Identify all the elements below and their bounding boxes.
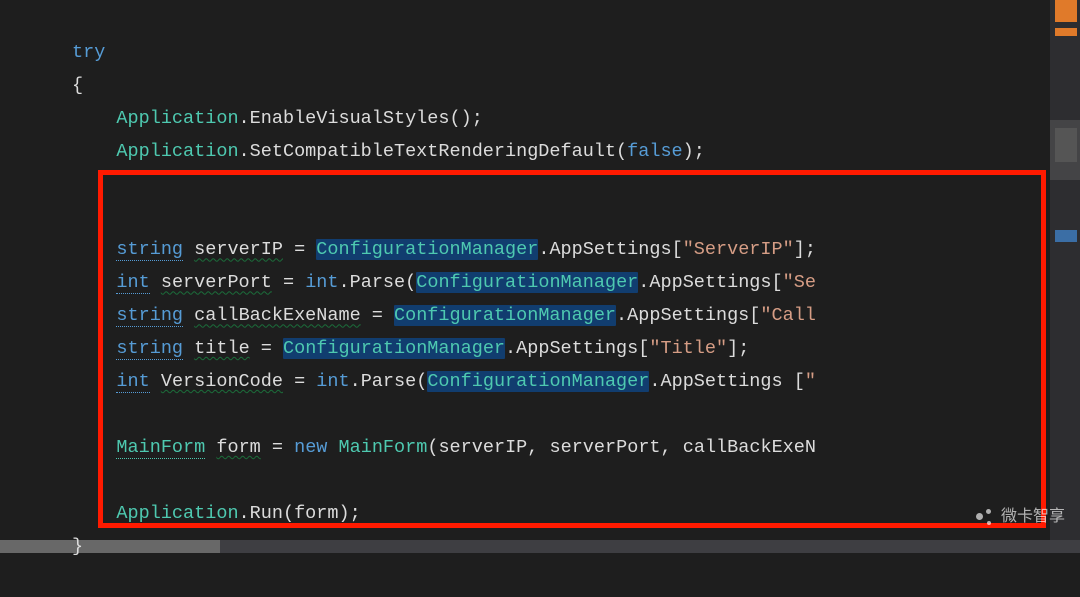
brace-close: } xyxy=(72,536,83,557)
highlight-configmanager: ConfigurationManager xyxy=(316,239,538,260)
method-setcompat: SetCompatibleTextRenderingDefault xyxy=(250,141,616,162)
method-run: Run xyxy=(250,503,283,524)
minimap-marker xyxy=(1055,230,1077,242)
var-versioncode: VersionCode xyxy=(161,371,283,392)
var-serverip: serverIP xyxy=(194,239,283,260)
keyword-string: string xyxy=(116,239,183,261)
string-title: "Title" xyxy=(649,338,727,359)
keyword-new: new xyxy=(294,437,327,458)
code-editor[interactable]: try { Application.EnableVisualStyles(); … xyxy=(0,0,1050,540)
minimap-marker xyxy=(1055,0,1077,22)
watermark-text: 微卡智享 xyxy=(1001,503,1065,531)
keyword-try: try xyxy=(72,42,105,63)
string-serverip: "ServerIP" xyxy=(683,239,794,260)
minimap-marker xyxy=(1055,28,1077,36)
method-enablevisualstyles: EnableVisualStyles xyxy=(250,108,450,129)
var-form: form xyxy=(216,437,260,458)
minimap[interactable] xyxy=(1050,0,1080,540)
var-title: title xyxy=(194,338,250,359)
brace-open: { xyxy=(72,75,83,96)
watermark: 微卡智享 xyxy=(975,503,1065,531)
keyword-int: int xyxy=(116,272,149,294)
minimap-marker xyxy=(1055,128,1077,162)
var-callbackexename: callBackExeName xyxy=(194,305,361,326)
var-serverport: serverPort xyxy=(161,272,272,293)
keyword-false: false xyxy=(627,141,683,162)
type-application: Application xyxy=(116,108,238,129)
wechat-icon xyxy=(975,509,995,525)
type-mainform: MainForm xyxy=(116,437,205,459)
